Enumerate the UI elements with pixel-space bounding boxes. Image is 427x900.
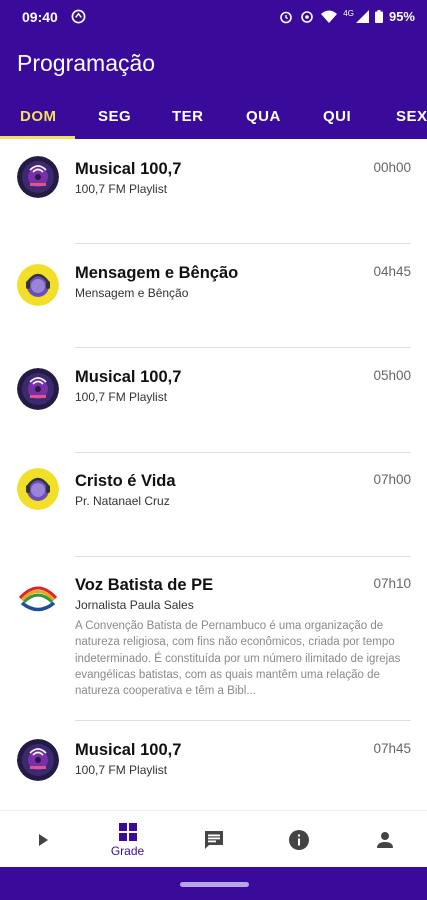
nav-messages-button[interactable] [171, 811, 256, 868]
nav-grade-label: Grade [110, 843, 145, 858]
list-item[interactable]: Musical 100,7 100,7 FM Playlist 00h00 [0, 139, 427, 244]
program-host: 100,7 FM Playlist [75, 182, 168, 196]
info-icon [288, 829, 309, 850]
wifi-icon [321, 10, 338, 23]
program-time: 07h45 [373, 741, 411, 756]
alarm-icon [280, 11, 293, 23]
bottom-navigation: Grade [0, 810, 427, 867]
list-item[interactable]: Voz Batista de PE Jornalista Paula Sales… [0, 556, 427, 721]
app-screen: 09:40 4G 95% Programação DOM SEG TER QUA… [0, 0, 427, 900]
nav-play-button[interactable] [0, 811, 85, 868]
list-item[interactable]: Mensagem e Bênção Mensagem e Bênção 04h4… [0, 243, 427, 348]
day-tabs: DOM SEG TER QUA QUI SEX [0, 100, 427, 139]
program-host: Mensagem e Bênção [75, 286, 189, 300]
program-host: 100,7 FM Playlist [75, 390, 168, 404]
person-icon [376, 831, 393, 848]
battery-level: 95% [388, 9, 415, 24]
system-navigation-bar [0, 867, 427, 900]
battery-icon [374, 10, 383, 23]
list-item[interactable]: Cristo é Vida Pr. Natanael Cruz 07h00 [0, 452, 427, 557]
schedule-list[interactable]: Musical 100,7 100,7 FM Playlist 00h00 Me… [0, 139, 427, 810]
program-title: Musical 100,7 [75, 160, 182, 178]
yellow-mic-logo [17, 468, 59, 510]
radio-disc-logo [17, 368, 59, 410]
nav-info-button[interactable] [256, 811, 341, 868]
network-label: 4G [343, 9, 354, 18]
program-description: A Convenção Batista de Pernambuco é uma … [75, 620, 401, 698]
status-time: 09:40 [22, 9, 58, 25]
program-time: 04h45 [373, 264, 411, 279]
program-title: Musical 100,7 [75, 741, 182, 759]
program-title: Mensagem e Bênção [75, 264, 239, 282]
program-time: 05h00 [373, 368, 411, 383]
program-host: Jornalista Paula Sales [75, 598, 194, 612]
radio-disc-logo [17, 156, 59, 198]
tab-ter[interactable]: TER [172, 108, 204, 125]
status-icons: 4G 95% [279, 9, 415, 24]
nav-grade-button[interactable]: Grade [85, 811, 170, 868]
program-time: 00h00 [373, 160, 411, 175]
data-saver-icon [301, 10, 314, 23]
tab-sex[interactable]: SEX [396, 108, 427, 125]
tab-qua[interactable]: QUA [246, 108, 281, 125]
tab-seg[interactable]: SEG [98, 108, 131, 125]
sync-icon [71, 9, 86, 24]
page-title: Programação [17, 50, 156, 76]
nav-profile-button[interactable] [342, 811, 427, 868]
status-bar: 09:40 4G 95% [0, 0, 427, 34]
radio-disc-logo [17, 739, 59, 781]
tab-qui[interactable]: QUI [323, 108, 351, 125]
tab-dom[interactable]: DOM [20, 108, 57, 125]
program-host: Pr. Natanael Cruz [75, 494, 170, 508]
home-gesture-handle[interactable] [180, 882, 249, 887]
program-time: 07h10 [373, 576, 411, 591]
signal-icon [355, 10, 369, 23]
program-time: 07h00 [373, 472, 411, 487]
program-title: Musical 100,7 [75, 368, 182, 386]
chat-icon [204, 830, 223, 849]
list-item[interactable]: Musical 100,7 100,7 FM Playlist 07h45 [0, 721, 427, 810]
grid-icon [118, 822, 137, 841]
program-title: Voz Batista de PE [75, 576, 214, 594]
rainbow-logo [17, 576, 59, 618]
app-bar: Programação DOM SEG TER QUA QUI SEX [0, 34, 427, 139]
program-host: 100,7 FM Playlist [75, 763, 168, 777]
program-title: Cristo é Vida [75, 472, 176, 490]
list-item[interactable]: Musical 100,7 100,7 FM Playlist 05h00 [0, 347, 427, 453]
play-icon [38, 833, 48, 846]
yellow-mic-logo [17, 264, 59, 306]
